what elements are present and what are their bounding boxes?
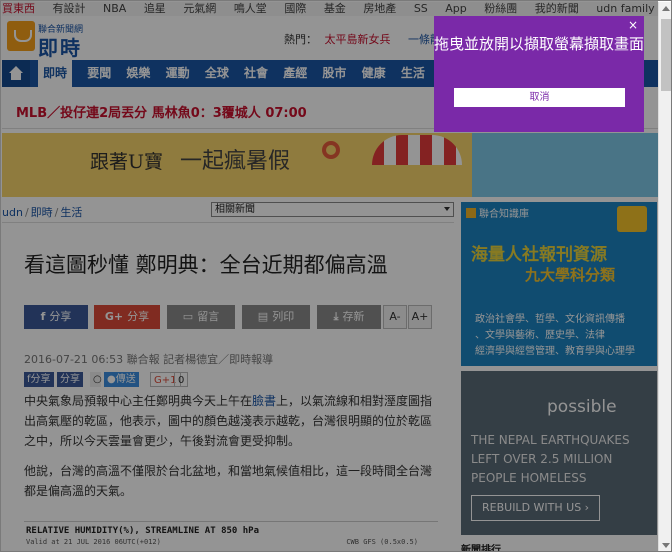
scroll-down-icon[interactable] (662, 543, 670, 548)
vertical-scrollbar[interactable] (658, 2, 671, 551)
scroll-thumb[interactable] (661, 19, 671, 91)
capture-message: 拖曳並放開以擷取螢幕擷取畫面 (434, 35, 645, 53)
capture-prompt-popup: × 拖曳並放開以擷取螢幕擷取畫面 取消 (434, 16, 644, 132)
close-icon[interactable]: × (628, 18, 638, 32)
cancel-button[interactable]: 取消 (454, 88, 625, 107)
scroll-up-icon[interactable] (662, 6, 670, 11)
browser-viewport: 買東西 有設計 NBA 追星 元氣網 鳴人堂 國際 基金 房地產 SS App … (0, 0, 672, 552)
